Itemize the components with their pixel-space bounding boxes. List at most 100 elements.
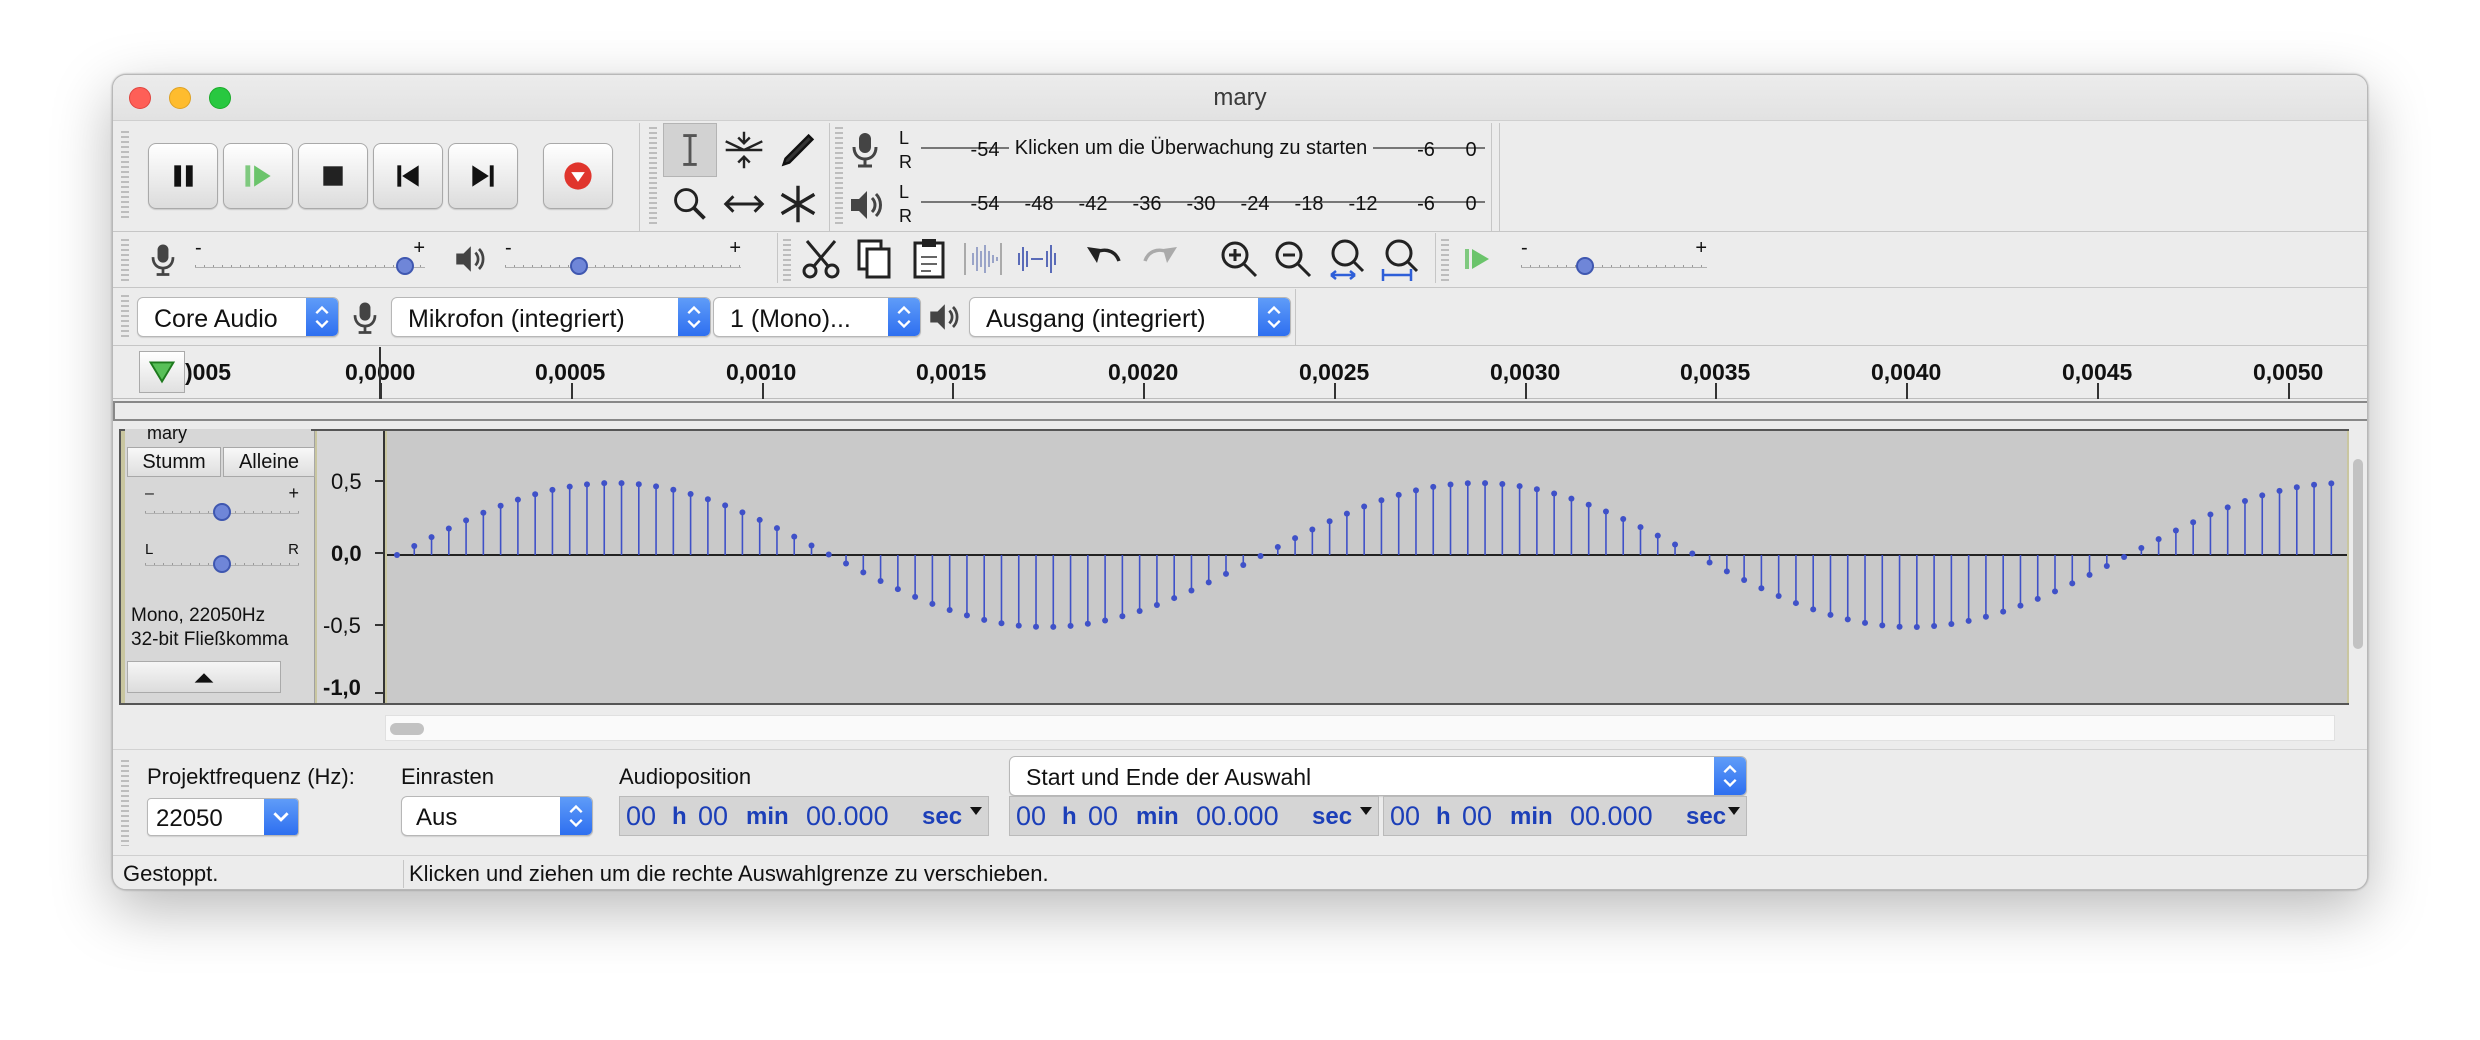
audio-position-label: Audioposition	[619, 764, 752, 789]
toolbar-grip[interactable]	[121, 295, 129, 339]
trim-button[interactable]	[957, 233, 1009, 285]
stop-button[interactable]	[298, 143, 368, 209]
toolbar-grip[interactable]	[783, 239, 791, 281]
selection-mode-select[interactable]: Start und Ende der Auswahl	[1009, 756, 1747, 796]
input-channels-select[interactable]: 1 (Mono)...	[713, 297, 921, 337]
time-format-menu-icon[interactable]	[970, 807, 982, 815]
timeline-ruler[interactable]: )005 0,0000 0,0005 0,0010 0,0015 0,0020 …	[113, 347, 2367, 399]
pan-knob[interactable]	[213, 555, 231, 573]
ruler-label: 0,0015	[916, 359, 987, 385]
collapse-track-button[interactable]	[127, 661, 281, 693]
record-volume-slider[interactable]: - +	[195, 237, 425, 275]
copy-button[interactable]	[849, 233, 901, 285]
mute-button[interactable]: Stumm	[127, 447, 221, 477]
solo-button[interactable]: Alleine	[223, 447, 315, 477]
zoom-in-button[interactable]	[1213, 233, 1265, 285]
skip-to-end-button[interactable]	[448, 143, 518, 209]
toolbar-grip[interactable]	[835, 127, 843, 227]
sample-stem	[1292, 535, 1299, 555]
toolbar-grip[interactable]	[121, 239, 129, 281]
sample-stem	[670, 486, 677, 555]
track-control-panel: mary Stumm Alleine – + L R Mono, 22050Hz…	[125, 429, 315, 703]
toolbar-grip[interactable]	[1441, 239, 1449, 281]
playback-volume-knob[interactable]	[570, 257, 589, 275]
meter-tick: -54	[970, 139, 1000, 161]
sample-stem	[1309, 526, 1316, 555]
zoom-out-icon	[1275, 241, 1312, 278]
gain-knob[interactable]	[213, 503, 231, 521]
record-volume-mic-icon	[143, 239, 183, 279]
track-pan-slider[interactable]: L R	[145, 541, 299, 573]
playback-meter[interactable]: L R -54 -48 -42 -36 -30 -24 -18 -12 -6 0	[899, 181, 1489, 229]
sample-stem	[1689, 550, 1696, 557]
waveform-area[interactable]	[387, 431, 2347, 703]
toolbar-grip[interactable]	[121, 760, 129, 846]
input-device-select[interactable]: Mikrofon (integriert)	[391, 297, 711, 337]
undo-button[interactable]	[1079, 233, 1131, 285]
toolbar-divider	[1295, 289, 1296, 345]
track-name-button[interactable]: mary	[125, 429, 311, 443]
vertical-scroll-thumb[interactable]	[2353, 459, 2363, 649]
pause-button[interactable]	[148, 143, 218, 209]
scissors-icon	[802, 240, 840, 279]
record-volume-knob[interactable]	[396, 257, 415, 275]
vertical-scrollbar[interactable]	[2349, 429, 2367, 705]
zoom-tool-button[interactable]	[663, 177, 717, 231]
monitoring-hint[interactable]: Klicken um die Überwachung zu starten	[1009, 137, 1373, 160]
toolbar-grip[interactable]	[649, 127, 657, 227]
selection-start-time[interactable]: 00 h 00 min 00.000 sec	[1009, 796, 1379, 836]
horizontal-scroll-thumb[interactable]	[390, 723, 424, 735]
sample-stem	[1551, 490, 1558, 555]
cut-button[interactable]	[795, 233, 847, 285]
selection-tool-button[interactable]	[663, 123, 717, 177]
play-button[interactable]	[223, 143, 293, 209]
record-meter-mic-icon[interactable]	[843, 127, 887, 171]
hours-unit: h	[1062, 803, 1077, 830]
sample-stem	[583, 481, 590, 555]
audio-position-time[interactable]: 00 h 00 min 00.000 sec	[619, 796, 989, 836]
paste-icon	[913, 239, 945, 279]
meter-tick: -30	[1186, 193, 1216, 215]
output-device-speaker-icon	[923, 297, 963, 337]
record-meter[interactable]: L R -54 Klicken um die Überwachung zu st…	[899, 127, 1489, 175]
skip-to-start-button[interactable]	[373, 143, 443, 209]
horizontal-scrollbar[interactable]	[385, 715, 2335, 741]
sample-stem	[532, 491, 539, 555]
toolbar-grip[interactable]	[121, 131, 129, 219]
record-button[interactable]	[543, 143, 613, 209]
snap-select[interactable]: Aus	[401, 796, 593, 836]
play-at-speed-button[interactable]	[1453, 233, 1505, 285]
selection-start-line	[379, 347, 381, 399]
play-speed-knob[interactable]	[1576, 257, 1595, 275]
playback-meter-speaker-icon[interactable]	[843, 183, 887, 227]
collapse-triangle-icon	[194, 673, 214, 683]
select-arrows-icon	[560, 797, 592, 835]
fit-selection-button[interactable]	[1321, 233, 1373, 285]
paste-button[interactable]	[903, 233, 955, 285]
output-device-select[interactable]: Ausgang (integriert)	[969, 297, 1291, 337]
time-format-menu-icon[interactable]	[1360, 807, 1372, 815]
time-format-menu-icon[interactable]	[1728, 807, 1740, 815]
toolbar-divider	[113, 231, 2367, 232]
ruler-label: 0,0040	[1871, 359, 1942, 385]
selection-end-time[interactable]: 00 h 00 min 00.000 sec	[1383, 796, 1747, 836]
playback-volume-slider[interactable]: - +	[505, 237, 741, 275]
multi-tool-button[interactable]	[771, 177, 825, 231]
redo-button[interactable]	[1133, 233, 1185, 285]
timeshift-tool-button[interactable]	[717, 177, 771, 231]
silence-button[interactable]	[1011, 233, 1063, 285]
sample-stem	[1102, 555, 1109, 624]
sample-stem	[1412, 487, 1419, 555]
track-gain-slider[interactable]: – +	[145, 483, 299, 521]
meter-tick: 0	[1465, 193, 1477, 215]
project-rate-select[interactable]: 22050	[147, 798, 299, 836]
play-speed-slider[interactable]: - +	[1521, 237, 1707, 275]
zoom-out-button[interactable]	[1267, 233, 1319, 285]
draw-tool-button[interactable]	[771, 123, 825, 177]
fit-project-button[interactable]	[1375, 233, 1427, 285]
audio-host-select[interactable]: Core Audio	[137, 297, 339, 337]
timeline-scrub-bar[interactable]	[113, 401, 2367, 421]
envelope-tool-button[interactable]	[717, 123, 771, 177]
seconds-digits: 00.000	[1570, 801, 1653, 831]
sample-stem	[1395, 491, 1402, 555]
